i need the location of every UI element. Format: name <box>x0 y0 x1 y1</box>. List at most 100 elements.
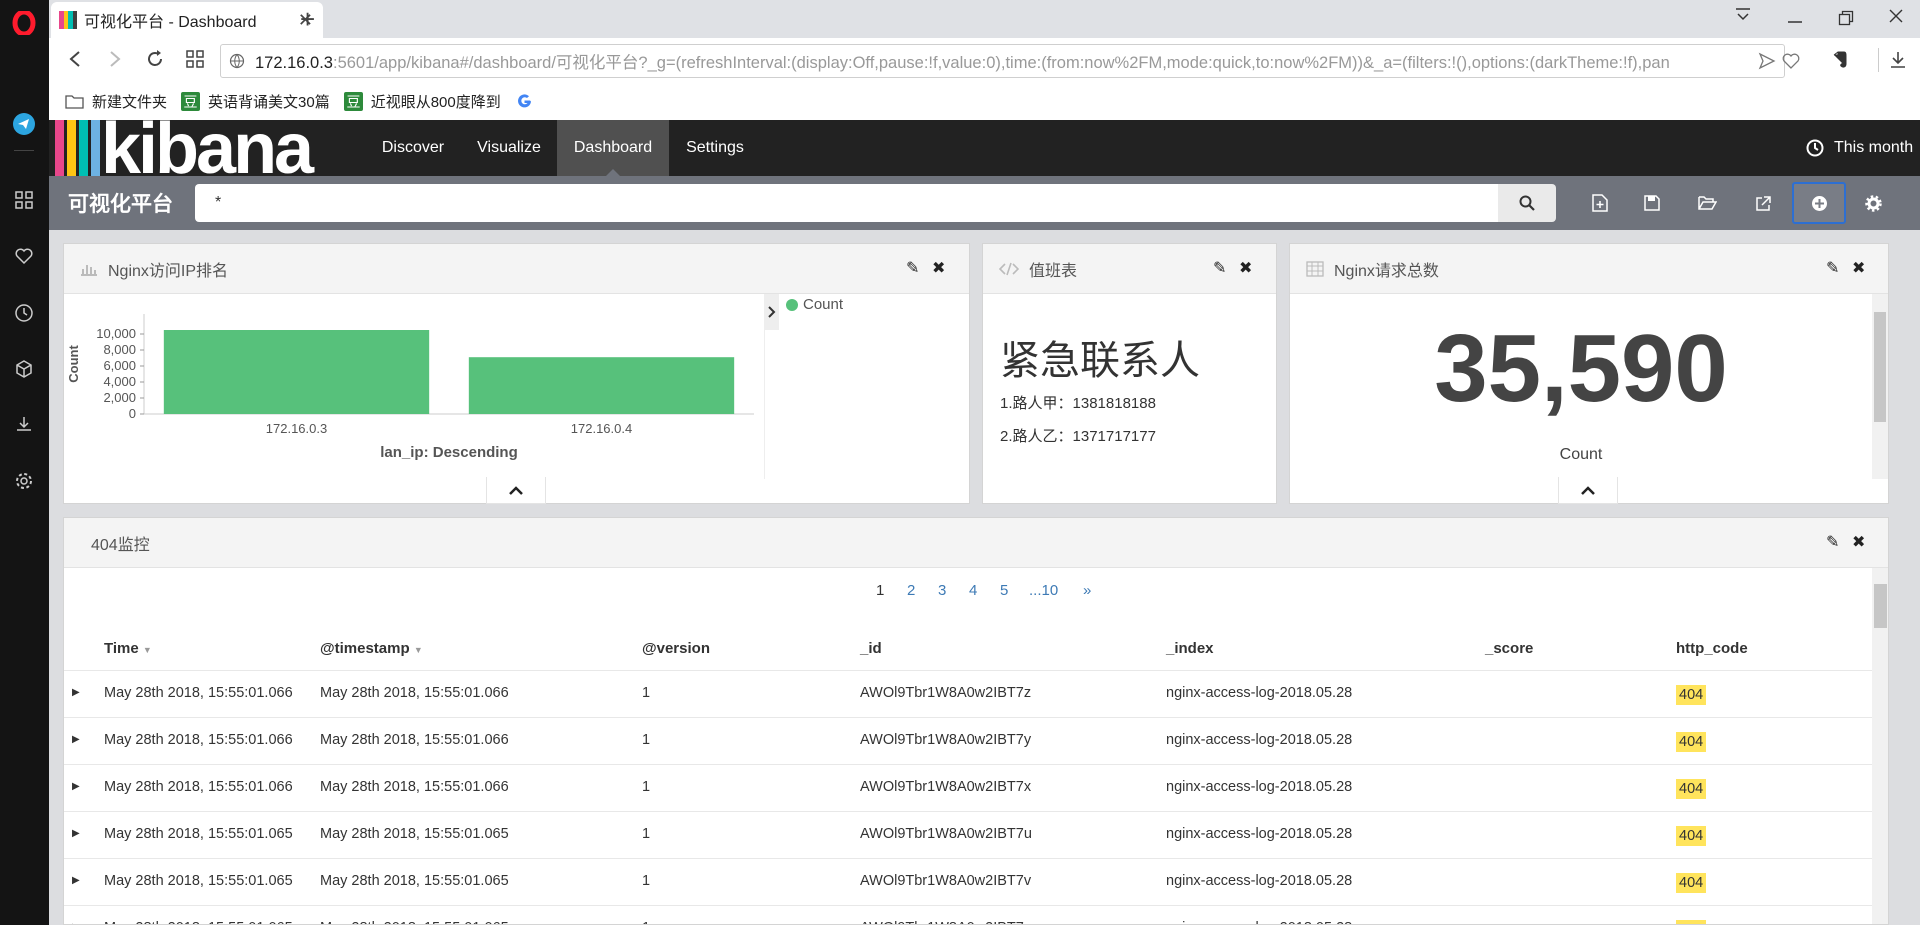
col-header-id[interactable]: _id <box>860 640 882 657</box>
time-picker[interactable]: This month <box>1806 120 1913 176</box>
expand-row-icon[interactable]: ▶ <box>72 734 80 745</box>
page-5[interactable]: 5 <box>1000 582 1008 599</box>
heart-icon[interactable] <box>12 244 36 268</box>
edit-pencil-icon[interactable]: ✎ <box>1826 258 1839 278</box>
close-icon[interactable]: ✖ <box>1239 258 1252 278</box>
table-row[interactable]: ▶ May 28th 2018, 15:55:01.066 May 28th 201… <box>64 670 1876 717</box>
table-row[interactable]: ▶May 28th 2018, 15:55:01.065May 28th 201… <box>64 811 1876 858</box>
panel-header[interactable]: Nginx访问IP排名 <box>64 244 969 294</box>
table-cell: nginx-access-log-2018.05.28 <box>1166 873 1353 889</box>
kibana-logo[interactable]: kibana <box>49 120 365 176</box>
download-icon[interactable] <box>1888 50 1908 70</box>
back-icon[interactable] <box>62 46 88 72</box>
close-icon[interactable]: ✖ <box>1852 258 1865 278</box>
table-row[interactable]: ▶May 28th 2018, 15:55:01.065May 28th 201… <box>64 858 1876 905</box>
page-10[interactable]: ...10 <box>1029 582 1058 599</box>
col-header-index[interactable]: _index <box>1166 640 1214 657</box>
panel-header[interactable]: 404监控 <box>64 518 1888 568</box>
address-bar[interactable]: 172.16.0.3:5601/app/kibana#/dashboard/可视… <box>220 44 1785 78</box>
table-scrollbar[interactable] <box>1872 568 1888 924</box>
scrollbar[interactable] <box>1872 294 1888 479</box>
search-icon <box>1519 195 1535 211</box>
table-row[interactable]: ▶ May 28th 2018, 15:55:01.066 May 28th 201… <box>64 717 1876 764</box>
chevron-right-icon <box>768 306 776 318</box>
bookmark-heart-icon[interactable] <box>1782 52 1800 70</box>
panel-header[interactable]: Nginx请求总数 <box>1290 244 1888 294</box>
url-path: :5601/app/kibana#/dashboard/可视化平台?_g=(re… <box>333 54 1670 72</box>
speed-dial-nav-icon[interactable] <box>182 46 208 72</box>
legend-toggle[interactable] <box>765 294 779 330</box>
legend-item[interactable]: Count <box>786 296 843 313</box>
table-cell: May 28th 2018, 15:55:01.065 <box>320 920 509 924</box>
edit-pencil-icon[interactable]: ✎ <box>1826 532 1839 552</box>
nav-settings[interactable]: Settings <box>669 120 761 176</box>
opera-logo-icon[interactable] <box>12 11 36 35</box>
close-icon[interactable]: ✖ <box>1852 532 1865 552</box>
send-icon[interactable] <box>1758 52 1776 70</box>
new-dashboard-button[interactable] <box>1575 182 1625 224</box>
options-button[interactable] <box>1848 182 1898 224</box>
open-button[interactable] <box>1682 182 1732 224</box>
bar <box>163 330 430 414</box>
table-cell: 404 <box>1676 779 1707 799</box>
add-panel-button[interactable] <box>1792 182 1846 224</box>
nav-dashboard-label: Dashboard <box>573 139 653 156</box>
duty-panel: 值班表 ✎ ✖ 紧急联系人 1.路人甲：1381818188 2.路人乙：137… <box>982 243 1277 504</box>
expand-row-icon[interactable]: ▶ <box>72 875 80 886</box>
page-2[interactable]: 2 <box>907 582 915 599</box>
edit-pencil-icon[interactable]: ✎ <box>906 258 919 278</box>
query-input[interactable]: * <box>195 184 1498 222</box>
page-1[interactable]: 1 <box>876 582 884 599</box>
col-header-score[interactable]: _score <box>1485 640 1533 657</box>
nav-discover[interactable]: Discover <box>365 120 461 176</box>
bar-chart-icon <box>80 262 98 276</box>
nav-dashboard[interactable]: Dashboard <box>557 120 669 176</box>
spy-toggle[interactable] <box>486 477 546 504</box>
page-3[interactable]: 3 <box>938 582 946 599</box>
reload-icon[interactable] <box>142 46 168 72</box>
bookmark-item[interactable]: 豆 近视眼从800度降到 <box>343 91 501 112</box>
speed-dial-icon[interactable] <box>12 188 36 212</box>
col-header-version[interactable]: @version <box>642 640 710 657</box>
table-row[interactable]: ▶May 28th 2018, 15:55:01.065May 28th 201… <box>64 905 1876 924</box>
restore-icon[interactable] <box>1838 10 1854 26</box>
google-bookmark[interactable] <box>515 92 542 111</box>
close-window-icon[interactable] <box>1888 8 1904 24</box>
ip-rank-panel: Nginx访问IP排名 ✎ ✖ 10,000 8,000 6,000 4,000 2,0… <box>63 243 970 504</box>
table-cell: May 28th 2018, 15:55:01.065 <box>104 873 293 889</box>
close-icon[interactable]: ✖ <box>932 258 945 278</box>
col-header-time[interactable]: Time ▼ <box>104 640 152 657</box>
evernote-icon[interactable] <box>1830 50 1850 70</box>
settings-icon[interactable] <box>12 469 36 493</box>
page-4[interactable]: 4 <box>969 582 977 599</box>
telegram-icon[interactable] <box>12 112 36 136</box>
nav-visualize[interactable]: Visualize <box>461 120 557 176</box>
forward-icon[interactable] <box>102 46 128 72</box>
save-button[interactable] <box>1627 182 1677 224</box>
page-next[interactable]: » <box>1083 582 1091 599</box>
table-cell: May 28th 2018, 15:55:01.066 <box>320 732 509 748</box>
share-button[interactable] <box>1738 182 1788 224</box>
history-icon[interactable] <box>12 301 36 325</box>
downloads-icon[interactable] <box>12 412 36 436</box>
table-cell: 1 <box>642 685 651 701</box>
spy-toggle[interactable] <box>1558 477 1618 504</box>
col-header-http-code[interactable]: http_code <box>1676 640 1748 657</box>
search-button[interactable] <box>1498 184 1556 222</box>
tab-menu-icon[interactable] <box>1734 6 1752 24</box>
col-header-timestamp[interactable]: @timestamp ▼ <box>320 640 423 657</box>
expand-row-icon[interactable]: ▶ <box>72 781 80 792</box>
expand-row-icon[interactable]: ▶ <box>72 828 80 839</box>
table-row[interactable]: ▶ May 28th 2018, 15:55:01.066 May 28th 201… <box>64 764 1876 811</box>
new-tab-button[interactable]: + <box>300 4 315 35</box>
minimize-icon[interactable] <box>1786 10 1804 24</box>
bookmark-item[interactable]: 豆 英语背诵美文30篇 <box>181 91 330 112</box>
edit-pencil-icon[interactable]: ✎ <box>1213 258 1226 278</box>
expand-row-icon[interactable]: ▶ <box>72 687 80 698</box>
extensions-icon[interactable] <box>12 357 36 381</box>
panel-header[interactable]: 值班表 <box>983 244 1276 294</box>
browser-tab[interactable]: 可视化平台 - Dashboard ✕ <box>51 2 323 38</box>
y-tick-label: 2,000 <box>103 390 136 405</box>
table-icon <box>1306 260 1324 277</box>
bookmark-folder[interactable]: 新建文件夹 <box>65 91 167 112</box>
